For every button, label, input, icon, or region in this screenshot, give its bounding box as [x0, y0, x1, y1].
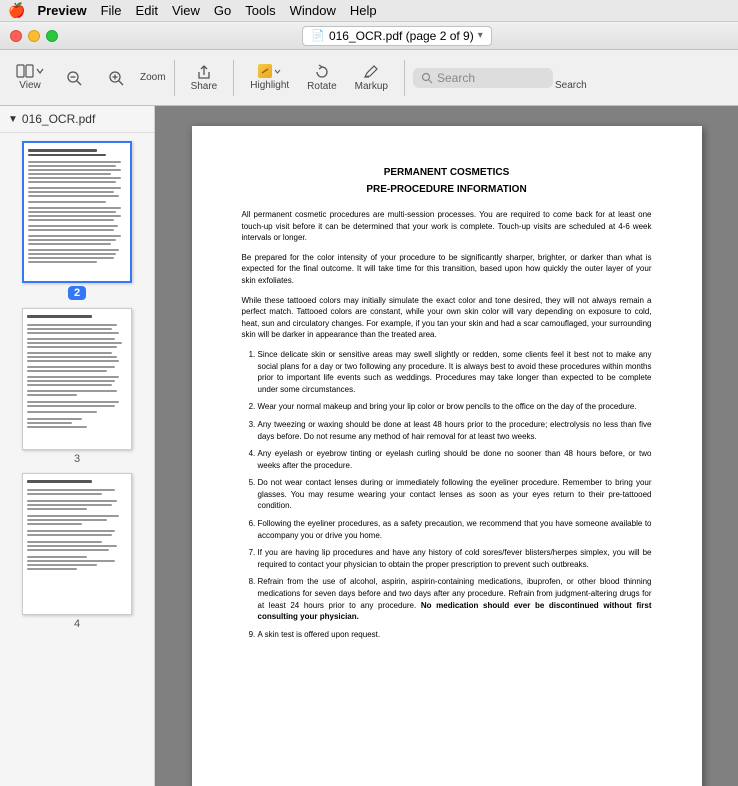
window-title-area: 📄 016_OCR.pdf (page 2 of 9) ▾ [302, 26, 492, 46]
highlight-arrow-icon [274, 67, 281, 76]
thumbnail-frame-3 [22, 308, 132, 450]
sidebar-triangle-icon[interactable]: ▼ [8, 114, 18, 125]
rotate-button[interactable]: Rotate [299, 59, 344, 96]
window: 🍎 Preview File Edit View Go Tools Window… [0, 0, 738, 786]
chevron-down-icon [36, 66, 44, 76]
close-button[interactable] [10, 30, 22, 42]
minimize-button[interactable] [28, 30, 40, 42]
thumbnail-label-4: 4 [74, 618, 80, 630]
apple-menu[interactable]: 🍎 [8, 2, 25, 19]
toolbar-sep-2 [233, 60, 234, 96]
document-page: PERMANENT COSMETICS PRE-PROCEDURE INFORM… [192, 126, 702, 786]
traffic-lights [10, 30, 58, 42]
menu-app[interactable]: Preview [37, 3, 86, 18]
menu-edit[interactable]: Edit [136, 3, 158, 18]
search-label: Search [555, 80, 587, 91]
sidebar-filename: 016_OCR.pdf [22, 112, 95, 126]
thumbnail-frame-4 [22, 473, 132, 615]
thumbnail-label-3: 3 [74, 453, 80, 465]
main-content: ▼ 016_OCR.pdf [0, 106, 738, 786]
doc-title: PERMANENT COSMETICS [242, 166, 652, 181]
zoom-in-button[interactable] [96, 65, 136, 91]
thumbnail-page-4[interactable]: 4 [4, 473, 150, 630]
search-box[interactable]: Search [413, 68, 553, 88]
window-title: 016_OCR.pdf (page 2 of 9) [329, 29, 474, 43]
page-badge-2: 2 [68, 286, 86, 300]
doc-list: Since delicate skin or sensitive areas m… [258, 349, 652, 640]
share-label: Share [191, 81, 218, 92]
menu-help[interactable]: Help [350, 3, 377, 18]
markup-label: Markup [355, 81, 388, 92]
menu-view[interactable]: View [172, 3, 200, 18]
zoom-out-button[interactable] [54, 65, 94, 91]
share-button[interactable]: Share [183, 59, 226, 96]
markup-button[interactable]: Markup [347, 59, 396, 96]
doc-para-3: While these tattooed colors may initiall… [242, 295, 652, 341]
toolbar-sep-3 [404, 60, 405, 96]
list-item-2: Wear your normal makeup and bring your l… [258, 401, 652, 413]
doc-subtitle: PRE-PROCEDURE INFORMATION [242, 183, 652, 198]
list-item-7: If you are having lip procedures and hav… [258, 547, 652, 570]
menu-file[interactable]: File [101, 3, 122, 18]
list-item-9: A skin test is offered upon request. [258, 629, 652, 641]
rotate-icon [313, 63, 331, 81]
list-item-3: Any tweezing or waxing should be done at… [258, 419, 652, 442]
toolbar: View Zoom [0, 50, 738, 106]
list-item-6: Following the eyeliner procedures, as a … [258, 518, 652, 541]
zoom-label: Zoom [140, 72, 166, 83]
zoom-out-icon [65, 69, 83, 87]
doc-para-1: All permanent cosmetic procedures are mu… [242, 209, 652, 244]
toolbar-left-group: View Zoom [8, 60, 166, 95]
thumbnail-page-2[interactable]: 2 [4, 141, 150, 300]
thumbnail-page-3[interactable]: 3 [4, 308, 150, 465]
document-view: PERMANENT COSMETICS PRE-PROCEDURE INFORM… [155, 106, 738, 786]
list-item-1: Since delicate skin or sensitive areas m… [258, 349, 652, 395]
zoom-in-icon [107, 69, 125, 87]
sidebar: ▼ 016_OCR.pdf [0, 106, 155, 786]
view-button[interactable]: View [8, 60, 52, 95]
toolbar-sep-1 [174, 60, 175, 96]
menu-go[interactable]: Go [214, 3, 231, 18]
highlight-button[interactable]: Highlight [242, 60, 297, 95]
highlight-label: Highlight [250, 80, 289, 91]
share-icon [195, 63, 213, 81]
window-titlebar: 📄 016_OCR.pdf (page 2 of 9) ▾ [0, 22, 738, 50]
search-placeholder: Search [437, 71, 475, 85]
highlight-icon [258, 64, 272, 78]
list-item-4: Any eyelash or eyebrow tinting or eyelas… [258, 448, 652, 471]
list-item-8: Refrain from the use of alcohol, aspirin… [258, 576, 652, 622]
rotate-label: Rotate [307, 81, 336, 92]
search-icon [421, 72, 433, 84]
thumbnail-container: 2 [0, 133, 154, 638]
menu-window[interactable]: Window [290, 3, 336, 18]
markup-icon [362, 63, 380, 81]
menu-tools[interactable]: Tools [245, 3, 275, 18]
list-item-5: Do not wear contact lenses during or imm… [258, 477, 652, 512]
maximize-button[interactable] [46, 30, 58, 42]
doc-para-2: Be prepared for the color intensity of y… [242, 252, 652, 287]
menubar: 🍎 Preview File Edit View Go Tools Window… [0, 0, 738, 22]
view-label: View [19, 80, 41, 91]
view-icon [16, 64, 34, 78]
sidebar-header: ▼ 016_OCR.pdf [0, 106, 154, 133]
thumbnail-frame-2 [22, 141, 132, 283]
